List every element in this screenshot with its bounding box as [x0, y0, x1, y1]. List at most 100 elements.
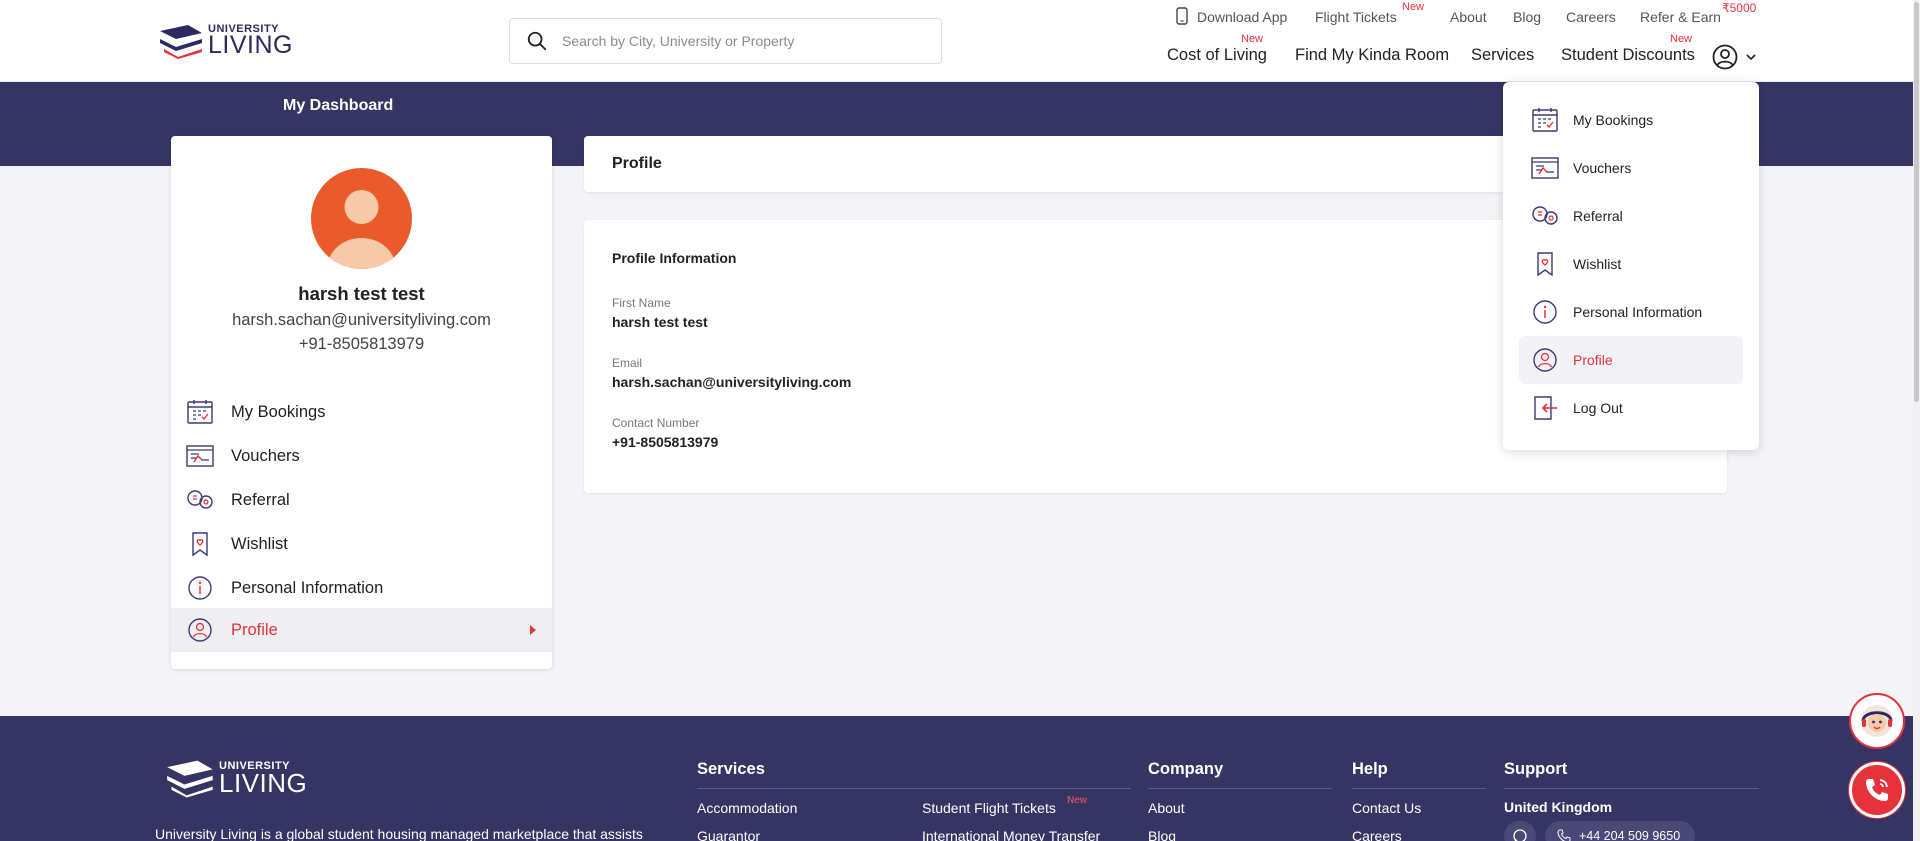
footer-link-accommodation[interactable]: Accommodation — [697, 800, 797, 816]
call-support-button[interactable] — [1849, 762, 1905, 818]
footer-help-heading: Help — [1352, 760, 1388, 778]
referral-icon — [1532, 206, 1558, 225]
phone-icon — [1557, 829, 1571, 841]
user-name: harsh test test — [298, 283, 425, 304]
user-account-icon — [1712, 44, 1738, 70]
user-email: harsh.sachan@universityliving.com — [232, 311, 491, 329]
sidebar-item-label: Vouchers — [231, 446, 300, 465]
footer-logo[interactable]: UNIVERSITY LIVING — [165, 758, 307, 798]
dropdown-item-my-bookings[interactable]: My Bookings — [1519, 96, 1743, 144]
contact-number-label: Contact Number — [612, 416, 700, 430]
logout-icon — [1534, 396, 1557, 420]
avatar-user-icon — [327, 190, 396, 269]
calendar-icon — [1532, 108, 1558, 132]
sidebar-item-label: Profile — [231, 620, 278, 639]
footer-logo-mark-icon — [167, 760, 213, 798]
dropdown-item-personal-information[interactable]: Personal Information — [1519, 288, 1743, 336]
dropdown-item-profile[interactable]: Profile — [1519, 336, 1743, 384]
mobile-phone-icon — [1176, 7, 1188, 25]
blog-link[interactable]: Blog — [1513, 9, 1541, 25]
refer-earn-link[interactable]: Refer & Earn — [1640, 9, 1721, 25]
footer-link-international-money-transfer[interactable]: International Money Transfer — [922, 828, 1100, 841]
dropdown-item-wishlist[interactable]: Wishlist — [1519, 240, 1743, 288]
user-circle-icon — [1533, 348, 1557, 372]
dropdown-item-vouchers[interactable]: Vouchers — [1519, 144, 1743, 192]
footer-link-contact-us[interactable]: Contact Us — [1352, 800, 1421, 816]
sidebar-item-referral[interactable]: Referral — [171, 478, 552, 522]
footer-logo-large-text: LIVING — [219, 767, 308, 798]
refer-earn-amount-badge: ₹5000 — [1722, 1, 1757, 15]
flight-tickets-link[interactable]: Flight Tickets — [1315, 9, 1397, 25]
contact-number-value: +91-8505813979 — [612, 434, 719, 450]
student-discounts-link[interactable]: Student Discounts — [1561, 46, 1695, 65]
support-phone-button[interactable]: +44 204 509 9650 — [1545, 821, 1695, 841]
search-input[interactable] — [562, 33, 922, 49]
sidebar-item-personal-information[interactable]: Personal Information — [171, 566, 552, 610]
first-name-value: harsh test test — [612, 314, 708, 330]
footer-new-badge: New — [1067, 795, 1088, 806]
footer-link-student-flight-tickets[interactable]: Student Flight Tickets — [922, 800, 1056, 816]
logo-mark-icon — [160, 25, 202, 59]
bookmark-heart-icon — [192, 532, 208, 557]
footer-divider — [1148, 788, 1332, 789]
flight-tickets-new-badge: New — [1402, 1, 1425, 13]
dropdown-item-label: Log Out — [1573, 400, 1623, 416]
sidebar-item-profile[interactable]: Profile — [171, 608, 552, 652]
scrollbar-thumb[interactable] — [1914, 2, 1919, 402]
footer-support-heading: Support — [1504, 760, 1568, 778]
sidebar-item-label: Personal Information — [231, 578, 384, 597]
footer-divider — [1352, 788, 1486, 789]
dropdown-item-label: Vouchers — [1573, 160, 1632, 176]
cost-of-living-link[interactable]: Cost of Living — [1167, 46, 1267, 65]
sidebar-item-label: Wishlist — [231, 534, 288, 553]
voucher-icon — [186, 445, 214, 467]
university-living-logo[interactable]: UNIVERSITY LIVING — [158, 23, 293, 59]
profile-sidebar-card: harsh test test harsh.sachan@universityl… — [171, 136, 552, 669]
careers-link[interactable]: Careers — [1566, 9, 1616, 25]
profile-section-title: Profile Information — [612, 250, 737, 266]
caret-right-icon — [530, 625, 536, 635]
footer-link-careers[interactable]: Careers — [1352, 828, 1402, 841]
student-discounts-new-badge: New — [1670, 33, 1693, 45]
info-icon — [1533, 300, 1557, 324]
sidebar-item-vouchers[interactable]: Vouchers — [171, 434, 552, 478]
download-app-link[interactable]: Download App — [1197, 9, 1287, 25]
profile-panel-title: Profile — [612, 155, 662, 172]
first-name-label: First Name — [612, 296, 671, 310]
page-scrollbar[interactable] — [1913, 0, 1920, 841]
chat-assistant-button[interactable] — [1849, 693, 1905, 749]
sidebar-item-wishlist[interactable]: Wishlist — [171, 522, 552, 566]
footer-company-heading: Company — [1148, 760, 1224, 778]
email-value: harsh.sachan@universityliving.com — [612, 374, 852, 390]
footer-link-blog[interactable]: Blog — [1148, 828, 1176, 841]
footer-link-about[interactable]: About — [1148, 800, 1185, 816]
dropdown-item-label: Profile — [1573, 352, 1613, 368]
whatsapp-icon — [1513, 829, 1527, 841]
info-icon — [188, 576, 212, 600]
chat-assistant-icon — [1861, 705, 1893, 737]
sidebar-item-label: My Bookings — [231, 402, 326, 421]
user-account-menu[interactable] — [1712, 44, 1758, 70]
logo-large-text: LIVING — [208, 31, 293, 59]
cost-of-living-new-badge: New — [1241, 33, 1264, 45]
dropdown-item-label: My Bookings — [1573, 112, 1654, 128]
footer-divider — [1504, 788, 1759, 789]
support-country: United Kingdom — [1504, 799, 1613, 815]
phone-call-icon — [1866, 779, 1888, 801]
services-link[interactable]: Services — [1471, 46, 1534, 65]
sidebar-item-my-bookings[interactable]: My Bookings — [171, 390, 552, 434]
dropdown-item-referral[interactable]: Referral — [1519, 192, 1743, 240]
user-circle-icon — [188, 618, 212, 642]
footer-link-guarantor[interactable]: Guarantor — [697, 828, 760, 841]
find-my-kinda-room-link[interactable]: Find My Kinda Room — [1295, 46, 1449, 65]
referral-icon — [187, 490, 213, 509]
whatsapp-button[interactable] — [1504, 821, 1536, 841]
dropdown-item-label: Wishlist — [1573, 256, 1622, 272]
search-bar[interactable] — [509, 18, 942, 64]
about-link[interactable]: About — [1450, 9, 1487, 25]
page-title: My Dashboard — [283, 97, 394, 114]
footer-divider — [697, 788, 1131, 789]
chevron-down-icon — [1746, 54, 1756, 61]
dropdown-item-log-out[interactable]: Log Out — [1519, 384, 1743, 432]
site-footer: UNIVERSITY LIVING University Living is a… — [0, 716, 1920, 841]
